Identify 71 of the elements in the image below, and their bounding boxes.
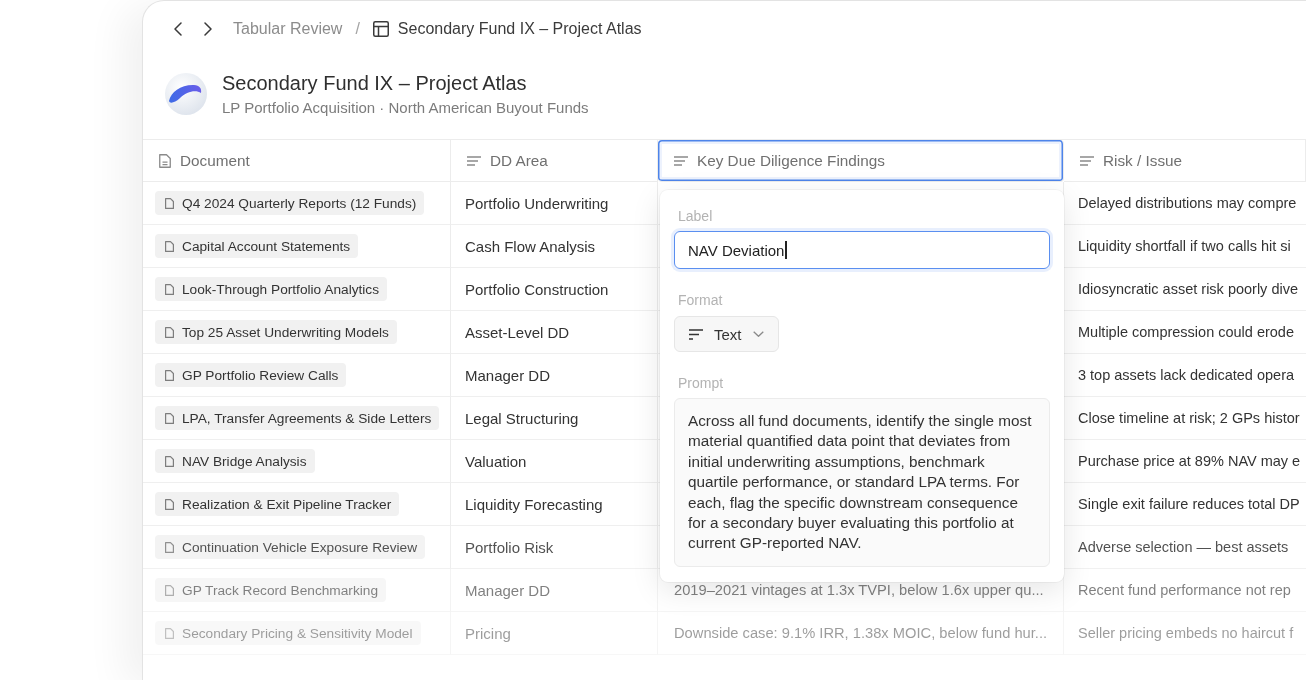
document-chip[interactable]: GP Portfolio Review Calls	[155, 363, 347, 387]
column-header[interactable]: DD Area	[451, 140, 658, 182]
risk-text: Multiple compression could erode	[1078, 324, 1294, 340]
document-chip[interactable]: Continuation Vehicle Exposure Review	[155, 535, 426, 559]
document-chip[interactable]: GP Track Record Benchmarking	[155, 578, 386, 602]
breadcrumb-current: Secondary Fund IX – Project Atlas	[397, 20, 642, 38]
dd-area-text: Manager DD	[465, 581, 551, 599]
document-chip[interactable]: Look-Through Portfolio Analytics	[155, 277, 388, 301]
risk-text: Purchase price at 89% NAV may e	[1078, 453, 1301, 469]
risk-text: 3 top assets lack dedicated opera	[1078, 367, 1295, 383]
dd-area-text: Valuation	[465, 452, 527, 470]
breadcrumb-link[interactable]: Tabular Review	[233, 20, 343, 38]
risk-text: Idiosyncratic asset risk poorly dive	[1078, 281, 1298, 297]
risk-text: Delayed distributions may compre	[1078, 195, 1297, 211]
file-icon	[165, 412, 174, 424]
risk-text: Liquidity shortfall if two calls hit si	[1078, 238, 1291, 254]
dd-area-text: Cash Flow Analysis	[465, 237, 596, 255]
format-dropdown[interactable]: Text	[674, 316, 779, 352]
project-logo-icon	[165, 73, 207, 115]
text-lines-icon	[689, 328, 703, 340]
file-icon	[165, 369, 174, 381]
document-chip[interactable]: LPA, Transfer Agreements & Side Letters	[155, 406, 440, 430]
dd-area-text: Portfolio Underwriting	[465, 194, 609, 212]
column-header[interactable]: Document	[143, 140, 451, 182]
document-chip[interactable]: Top 25 Asset Underwriting Models	[155, 320, 397, 344]
risk-text: Recent fund performance not rep	[1078, 582, 1291, 598]
dd-area-text: Pricing	[465, 624, 511, 642]
risk-text: Adverse selection — best assets	[1078, 539, 1289, 555]
risk-text: Seller pricing embeds no haircut f	[1078, 625, 1294, 641]
dd-area-text: Portfolio Construction	[465, 280, 609, 298]
finding-text: Downside case: 9.1% IRR, 1.38x MOIC, below fund hur...	[674, 625, 1048, 641]
field-label: Label	[677, 208, 713, 224]
file-icon	[165, 498, 174, 510]
file-icon	[165, 240, 174, 252]
prompt-field[interactable]: Across all fund documents, identify the single most material quantified data point that deviates from initial underwriting assumptions, benchmark quartile performance, or standard LPA terms. For each, flag the specific downstream consequence for a secondary buyer evaluating this portfolio at current GP-reported NAV.	[674, 398, 1050, 567]
text-lines-icon	[674, 155, 688, 166]
file-icon	[165, 627, 174, 639]
table-icon	[372, 21, 389, 37]
document-chip[interactable]: Capital Account Statements	[155, 234, 359, 258]
text-cursor-icon	[785, 241, 787, 259]
back-icon[interactable]	[174, 22, 182, 36]
dd-area-text: Manager DD	[465, 366, 551, 384]
file-icon	[165, 197, 174, 209]
document-icon	[159, 153, 171, 168]
field-label: Format	[677, 292, 723, 308]
column-header[interactable]: Key Due Diligence Findings	[658, 140, 1064, 182]
risk-text: Single exit failure reduces total DP	[1078, 496, 1300, 512]
project-subtitle: LP Portfolio Acquisition · North American Buyout Funds	[222, 99, 589, 117]
document-chip[interactable]: Realization & Exit Pipeline Tracker	[155, 492, 400, 516]
chevron-down-icon	[752, 331, 764, 337]
risk-text: Close timeline at risk; 2 GPs histor	[1078, 410, 1300, 426]
dd-area-text: Legal Structuring	[465, 409, 579, 427]
file-icon	[165, 584, 174, 596]
document-chip[interactable]: Q4 2024 Quarterly Reports (12 Funds)	[155, 191, 425, 215]
file-icon	[165, 326, 174, 338]
dd-area-text: Portfolio Risk	[465, 538, 554, 556]
file-icon	[165, 455, 174, 467]
file-icon	[165, 541, 174, 553]
column-header[interactable]: Risk / Issue	[1064, 140, 1306, 182]
field-label: Prompt	[677, 375, 724, 391]
dd-area-text: Liquidity Forecasting	[465, 495, 603, 513]
file-icon	[165, 283, 174, 295]
text-lines-icon	[1080, 155, 1094, 166]
finding-text: 2019–2021 vintages at 1.3x TVPI, below 1.6x upper qu...	[674, 582, 1044, 598]
project-title: Secondary Fund IX – Project Atlas	[222, 71, 528, 95]
breadcrumb-separator: /	[355, 20, 360, 38]
text-lines-icon	[467, 155, 481, 166]
dd-area-text: Asset-Level DD	[465, 323, 570, 341]
label-input[interactable]: NAV Deviation	[674, 231, 1050, 269]
document-chip[interactable]: NAV Bridge Analysis	[155, 449, 315, 473]
forward-icon[interactable]	[204, 22, 212, 36]
